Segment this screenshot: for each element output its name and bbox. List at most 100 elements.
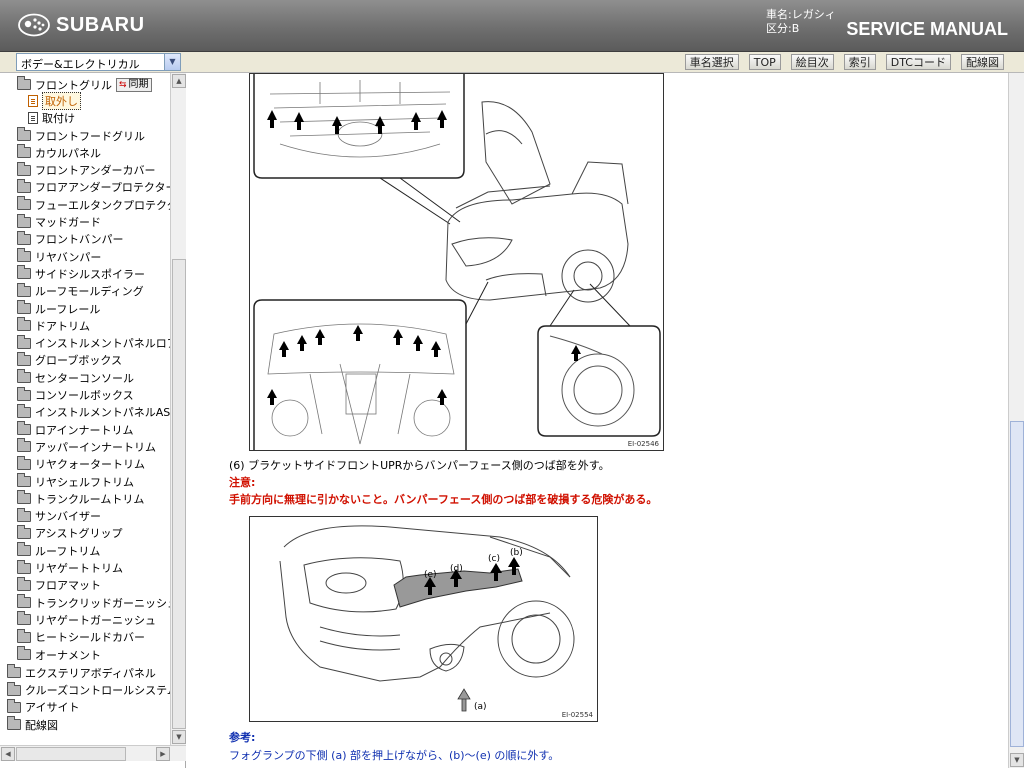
folder-icon [17, 611, 31, 626]
tree-item[interactable]: オーナメント [17, 646, 101, 663]
tree-item[interactable]: ヒートシールドカバー [17, 628, 145, 646]
tree-child-label: 取付け [42, 111, 75, 125]
tree-item-label: フロントアンダーカバー [35, 164, 156, 178]
tree-top-item[interactable]: クルーズコントロールシステム [7, 681, 170, 699]
category-select[interactable]: ボデー&エレクトリカル ▼ [16, 53, 181, 71]
nav-tree: フロントグリル ⇆ 同期 取外し 取付け フロントフードグリル カウルパネルフロン… [0, 73, 170, 745]
chevron-down-icon[interactable]: ▼ [164, 54, 180, 70]
tree-folder-open[interactable]: フロントグリル ⇆ 同期 [17, 76, 152, 93]
tree-item[interactable]: リヤバンパー [17, 248, 101, 265]
tree-item[interactable]: ルーフレール [17, 300, 100, 317]
folder-icon [17, 282, 31, 297]
tree-item[interactable]: トランクリッドガーニッシュ [17, 594, 170, 611]
tree-item[interactable]: ドアトリム [17, 317, 90, 334]
step-6-text: (6) ブラケットサイドフロントUPRからバンパーフェース側のつば部を外す。 [229, 459, 610, 472]
tree-item[interactable]: ルーフトリム [17, 542, 100, 559]
car-select-button[interactable]: 車名選択 [684, 54, 739, 70]
folder-icon [7, 698, 21, 713]
document-icon [28, 94, 38, 107]
index-button[interactable]: 索引 [843, 54, 876, 70]
tree-item[interactable]: インストルメントパネルロアカバー [17, 334, 170, 352]
folder-icon [17, 628, 31, 643]
figure-2-id: EI-02554 [561, 711, 593, 719]
label-a: (a) [474, 702, 487, 712]
folder-icon [17, 421, 31, 436]
folder-icon [17, 196, 31, 211]
document-icon [28, 111, 38, 124]
folder-icon [17, 265, 31, 280]
scroll-thumb[interactable] [172, 259, 186, 729]
tree-item[interactable]: リヤゲートガーニッシュ [17, 611, 156, 628]
scroll-right-icon[interactable]: ▶ [156, 747, 170, 761]
tree-item[interactable]: トランクルームトリム [17, 490, 144, 507]
label-c: (c) [488, 554, 500, 564]
wiring-diagram-button[interactable]: 配線図 [961, 54, 1004, 70]
folder-icon [17, 334, 31, 349]
tree-item[interactable]: フロントフードグリル [17, 127, 145, 144]
tree-item[interactable]: リヤクォータートリム [17, 455, 145, 473]
sidebar-horizontal-scrollbar[interactable]: ◀ ▶ [0, 745, 186, 761]
scroll-thumb[interactable] [1010, 421, 1024, 747]
tree-top-item-label: 配線図 [25, 718, 58, 732]
tree-top-item[interactable]: 配線図 [7, 716, 58, 733]
tree-item[interactable]: リヤシェルフトリム [17, 473, 134, 490]
tree-top-item-label: エクステリアボディパネル [25, 666, 156, 680]
tree-item[interactable]: フロアマット [17, 576, 101, 594]
folder-icon [17, 438, 31, 453]
scroll-down-icon[interactable]: ▼ [1010, 753, 1024, 767]
page-title: SERVICE MANUAL [846, 19, 1008, 39]
car-name-line: 車名:レガシィ [766, 8, 836, 21]
tree-item[interactable]: サイドシルスポイラー [17, 265, 145, 282]
dtc-code-button[interactable]: DTCコード [885, 54, 951, 70]
picture-index-button[interactable]: 絵目次 [790, 54, 834, 70]
tree-item[interactable]: カウルパネル [17, 144, 101, 161]
division-line: 区分:B [766, 22, 800, 35]
tree-item[interactable]: フロントバンパー [17, 230, 124, 248]
tree-item-label: トランクリッドガーニッシュ [35, 596, 170, 610]
tree-child-remove[interactable]: 取外し [8, 91, 81, 110]
tree-item[interactable]: ロアインナートリム [17, 421, 133, 438]
tree-item[interactable]: アッパーインナートリム [17, 438, 156, 455]
tree-item[interactable]: サンバイザー [17, 507, 101, 525]
tree-item[interactable]: グローブボックス [17, 351, 122, 369]
tree-item-label: センターコンソール [35, 371, 134, 385]
folder-icon [7, 681, 21, 696]
sidebar-vertical-scrollbar[interactable]: ▲ ▼ [170, 73, 186, 745]
tree-item[interactable]: ルーフモールディング [17, 282, 144, 300]
tree-item[interactable]: センターコンソール [17, 369, 134, 386]
tree-item[interactable]: フロアアンダープロテクター [17, 178, 170, 196]
top-button[interactable]: TOP [748, 54, 781, 70]
tree-top-item[interactable]: エクステリアボディパネル [7, 664, 156, 681]
reference-text: フォグランプの下側 (a) 部を押上げながら、(b)〜(e) の順に外す。 [229, 749, 560, 762]
figure-1: EI-02546 [249, 73, 664, 451]
tree-item[interactable]: マッドガード [17, 213, 101, 231]
scroll-up-icon[interactable]: ▲ [172, 74, 186, 88]
tree-item[interactable]: インストルメントパネルASSY [17, 403, 170, 421]
tree-item[interactable]: フロントアンダーカバー [17, 161, 156, 179]
tree-item-label: コンソールボックス [35, 389, 134, 402]
tree-item-label: フロントフードグリル [35, 129, 145, 143]
folder-icon [17, 248, 31, 263]
tree-top-item[interactable]: アイサイト [7, 698, 80, 716]
tree-item-label: アッパーインナートリム [35, 440, 156, 454]
tree-item[interactable]: リヤゲートトリム [17, 559, 123, 577]
app-header: SUBARU 車名:レガシィ 区分:B SERVICE MANUAL [0, 0, 1024, 52]
tree-top-item-label: クルーズコントロールシステム [25, 684, 170, 698]
tree-item-label: フューエルタンクプロテクター [35, 198, 170, 212]
tree-item-label: オーナメント [35, 648, 101, 662]
tree-item-label: ルーフモールディング [35, 285, 144, 299]
tree-item-label: リヤゲートガーニッシュ [35, 613, 156, 627]
sync-button[interactable]: ⇆ 同期 [116, 77, 152, 92]
tree-item[interactable]: コンソールボックス [17, 386, 134, 404]
content-vertical-scrollbar[interactable]: ▼ [1008, 73, 1024, 768]
scroll-thumb[interactable] [16, 747, 126, 761]
scroll-down-icon[interactable]: ▼ [172, 730, 186, 744]
tree-item[interactable]: フューエルタンクプロテクター [17, 196, 170, 213]
scroll-left-icon[interactable]: ◀ [1, 747, 15, 761]
tree-item[interactable]: アシストグリップ [17, 524, 123, 542]
tree-item-label: インストルメントパネルロアカバー [35, 337, 170, 351]
folder-icon [17, 300, 31, 314]
tree-top-item-label: アイサイト [25, 701, 80, 715]
tree-child-install[interactable]: 取付け [28, 109, 75, 126]
folder-icon [17, 386, 31, 401]
